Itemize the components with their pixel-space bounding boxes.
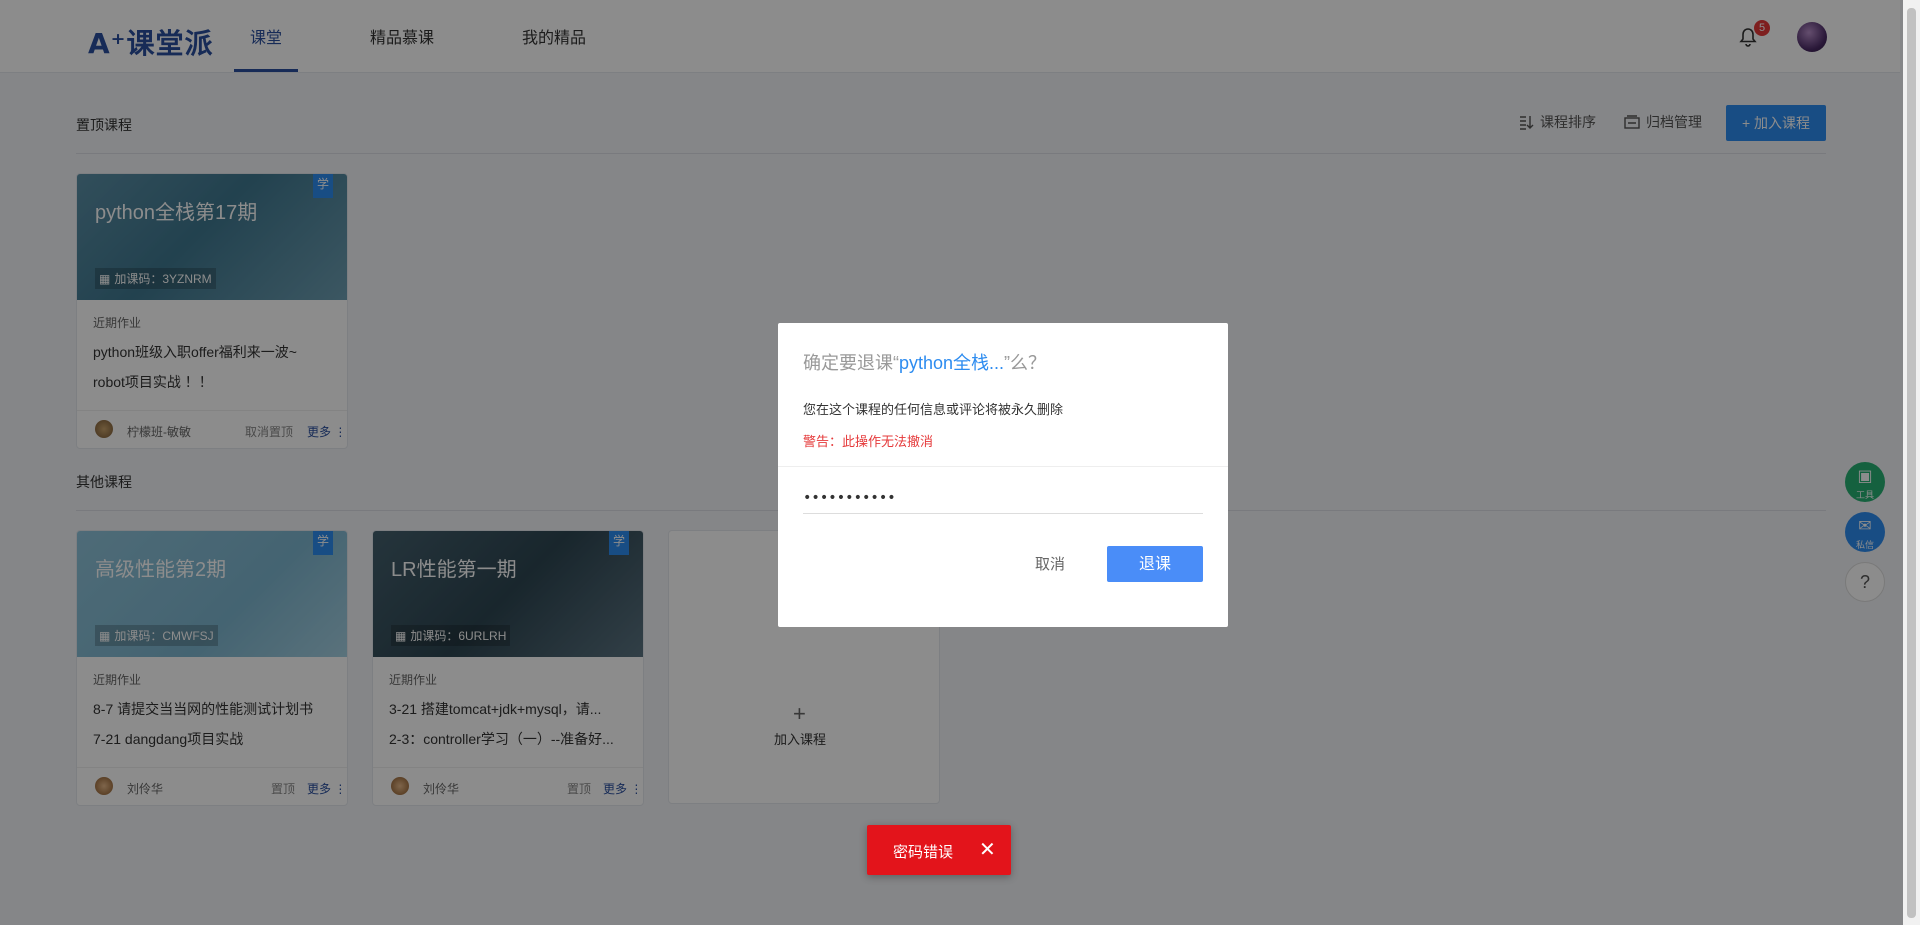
drop-course-dialog: 确定要退课“python全栈...”么？ 您在这个课程的任何信息或评论将被永久删… bbox=[778, 323, 1228, 627]
dialog-warning: 警告：此操作无法撤消 bbox=[803, 434, 934, 449]
dialog-title-suffix: ”么？ bbox=[1004, 353, 1047, 373]
page-scrollbar[interactable] bbox=[1903, 0, 1920, 925]
toast-message: 密码错误 bbox=[893, 844, 954, 861]
dialog-divider bbox=[778, 466, 1228, 467]
password-input[interactable] bbox=[803, 483, 1203, 514]
dialog-course-name: python全栈... bbox=[899, 353, 1005, 373]
close-icon[interactable]: ✕ bbox=[979, 837, 996, 862]
drop-course-button[interactable]: 退课 bbox=[1107, 546, 1203, 582]
error-toast: 密码错误 ✕ bbox=[867, 825, 1011, 875]
dialog-title-prefix: 确定要退课“ bbox=[803, 353, 899, 373]
dialog-title: 确定要退课“python全栈...”么？ bbox=[803, 349, 1046, 375]
dialog-message: 您在这个课程的任何信息或评论将被永久删除 bbox=[803, 402, 1064, 417]
cancel-button[interactable]: 取消 bbox=[1000, 546, 1100, 582]
scrollbar-thumb[interactable] bbox=[1907, 8, 1916, 918]
